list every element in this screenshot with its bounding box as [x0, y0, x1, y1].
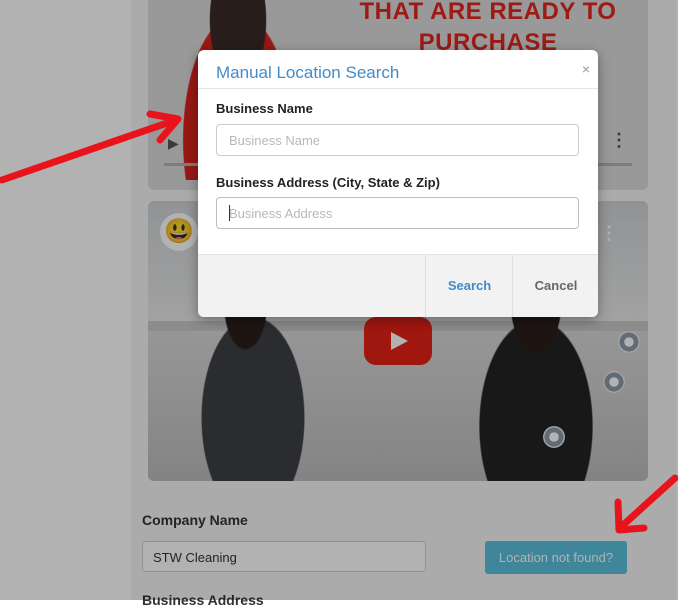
business-name-label: Business Name	[216, 101, 313, 116]
modal-footer: Search Cancel	[198, 254, 598, 317]
business-address-input[interactable]	[216, 197, 579, 229]
annotation-arrow-icon	[614, 474, 678, 534]
modal-title: Manual Location Search	[216, 63, 400, 82]
search-button[interactable]: Search	[425, 255, 513, 317]
text-cursor	[229, 205, 230, 221]
manual-location-search-dialog: Manual Location Search × Business Name B…	[198, 50, 598, 317]
business-name-input[interactable]	[216, 124, 579, 156]
cancel-button[interactable]: Cancel	[512, 255, 599, 317]
annotation-arrow-icon	[0, 110, 182, 184]
business-address-label: Business Address (City, State & Zip)	[216, 175, 440, 190]
modal-header: Manual Location Search ×	[198, 50, 598, 89]
close-icon[interactable]: ×	[582, 61, 590, 77]
